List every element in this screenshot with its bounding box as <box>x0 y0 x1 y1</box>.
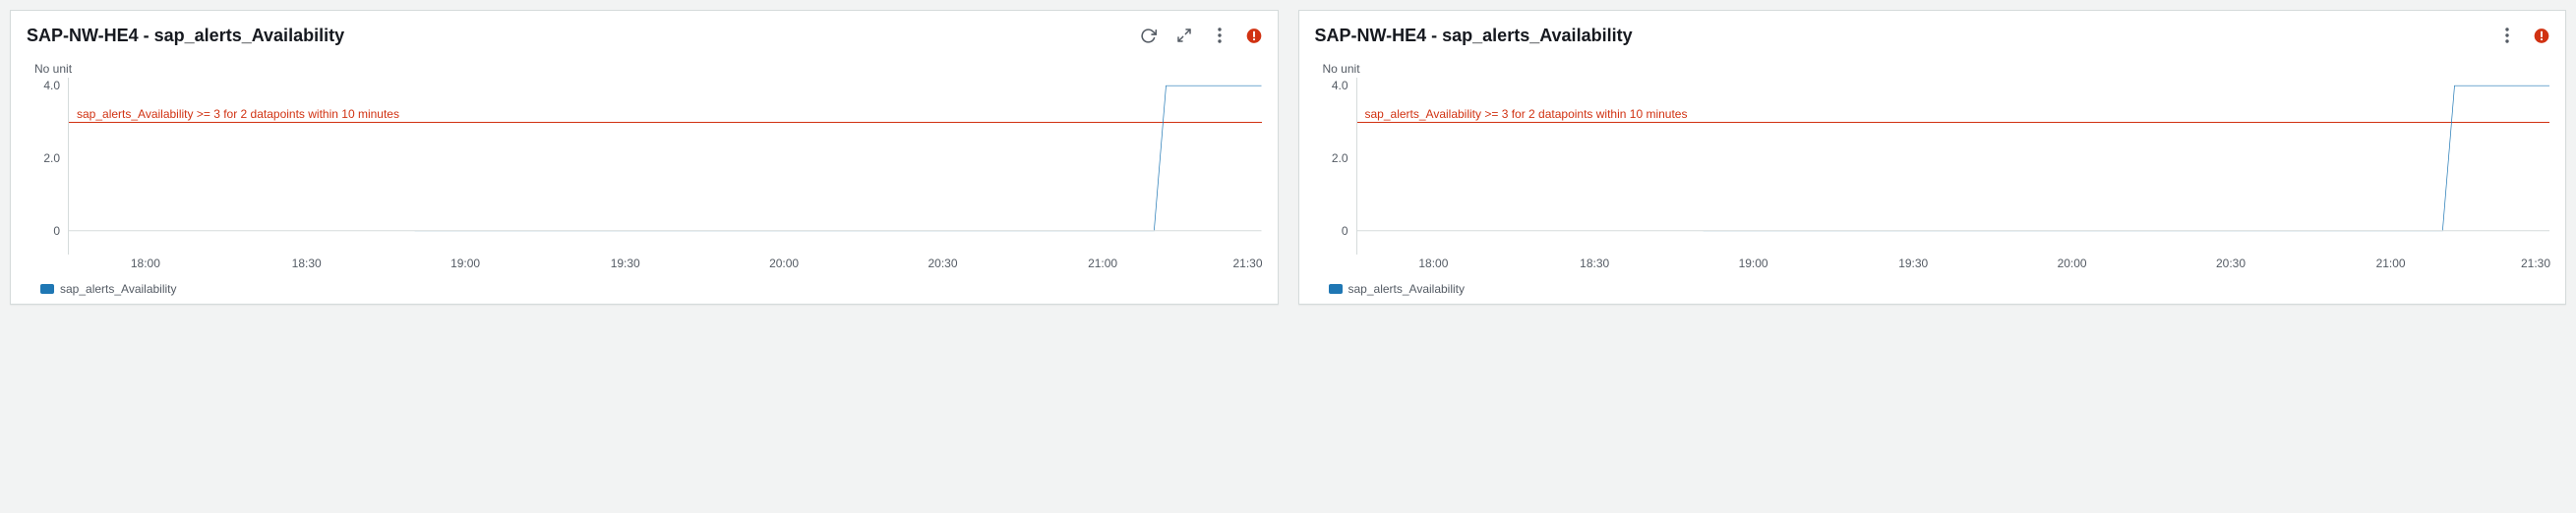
panel-title: SAP-NW-HE4 - sap_alerts_Availability <box>1315 26 1633 46</box>
panel-actions <box>2498 27 2549 44</box>
x-tick: 21:00 <box>2376 256 2406 270</box>
x-tick: 18:30 <box>1580 256 1609 270</box>
expand-icon[interactable] <box>1175 27 1193 44</box>
y-axis: 4.0 2.0 0 <box>1315 78 1356 255</box>
y-tick: 4.0 <box>1332 79 1348 92</box>
x-axis: 18:00 18:30 19:00 19:30 20:00 20:30 21:0… <box>27 256 1262 276</box>
x-tick: 20:00 <box>769 256 799 270</box>
x-tick: 21:00 <box>1088 256 1117 270</box>
panel-header: SAP-NW-HE4 - sap_alerts_Availability <box>1315 21 2550 50</box>
plot-region[interactable]: sap_alerts_Availability >= 3 for 2 datap… <box>1356 78 2550 255</box>
y-tick: 0 <box>1342 224 1348 238</box>
more-menu-icon[interactable] <box>2498 27 2516 44</box>
x-tick: 18:30 <box>292 256 322 270</box>
legend-label: sap_alerts_Availability <box>1348 282 1466 296</box>
x-tick: 19:00 <box>450 256 480 270</box>
alarm-status-icon[interactable] <box>1246 28 1262 43</box>
x-tick: 20:30 <box>2216 256 2246 270</box>
x-tick: 19:30 <box>1898 256 1928 270</box>
y-tick: 0 <box>53 224 60 238</box>
x-tick: 21:30 <box>2521 256 2550 270</box>
x-tick: 19:00 <box>1739 256 1768 270</box>
alarm-status-icon[interactable] <box>2534 28 2549 43</box>
legend-swatch <box>40 284 54 294</box>
legend-swatch <box>1329 284 1343 294</box>
dashboard-row: SAP-NW-HE4 - sap_alerts_Availability No … <box>10 10 2566 305</box>
y-axis-unit: No unit <box>1315 62 2550 76</box>
chart-panel: SAP-NW-HE4 - sap_alerts_Availability No … <box>1298 10 2567 305</box>
panel-header: SAP-NW-HE4 - sap_alerts_Availability <box>27 21 1262 50</box>
series-line <box>1357 78 2550 239</box>
refresh-icon[interactable] <box>1140 27 1158 44</box>
x-tick: 20:00 <box>2058 256 2087 270</box>
legend: sap_alerts_Availability <box>1315 282 2550 296</box>
legend-label: sap_alerts_Availability <box>60 282 177 296</box>
x-tick: 18:00 <box>1418 256 1448 270</box>
y-tick: 2.0 <box>1332 151 1348 165</box>
y-axis-unit: No unit <box>27 62 1262 76</box>
y-axis: 4.0 2.0 0 <box>27 78 68 255</box>
panel-actions <box>1140 27 1262 44</box>
y-tick: 2.0 <box>43 151 60 165</box>
x-tick: 19:30 <box>611 256 640 270</box>
y-tick: 4.0 <box>43 79 60 92</box>
chart-area: 4.0 2.0 0 sap_alerts_Availability >= 3 f… <box>27 78 1262 255</box>
series-line <box>69 78 1262 239</box>
chart-area: 4.0 2.0 0 sap_alerts_Availability >= 3 f… <box>1315 78 2550 255</box>
x-tick: 20:30 <box>928 256 957 270</box>
panel-title: SAP-NW-HE4 - sap_alerts_Availability <box>27 26 344 46</box>
x-tick: 18:00 <box>131 256 160 270</box>
legend: sap_alerts_Availability <box>27 282 1262 296</box>
plot-region[interactable]: sap_alerts_Availability >= 3 for 2 datap… <box>68 78 1262 255</box>
more-menu-icon[interactable] <box>1211 27 1228 44</box>
x-tick: 21:30 <box>1232 256 1262 270</box>
x-axis: 18:00 18:30 19:00 19:30 20:00 20:30 21:0… <box>1315 256 2550 276</box>
chart-panel: SAP-NW-HE4 - sap_alerts_Availability No … <box>10 10 1279 305</box>
